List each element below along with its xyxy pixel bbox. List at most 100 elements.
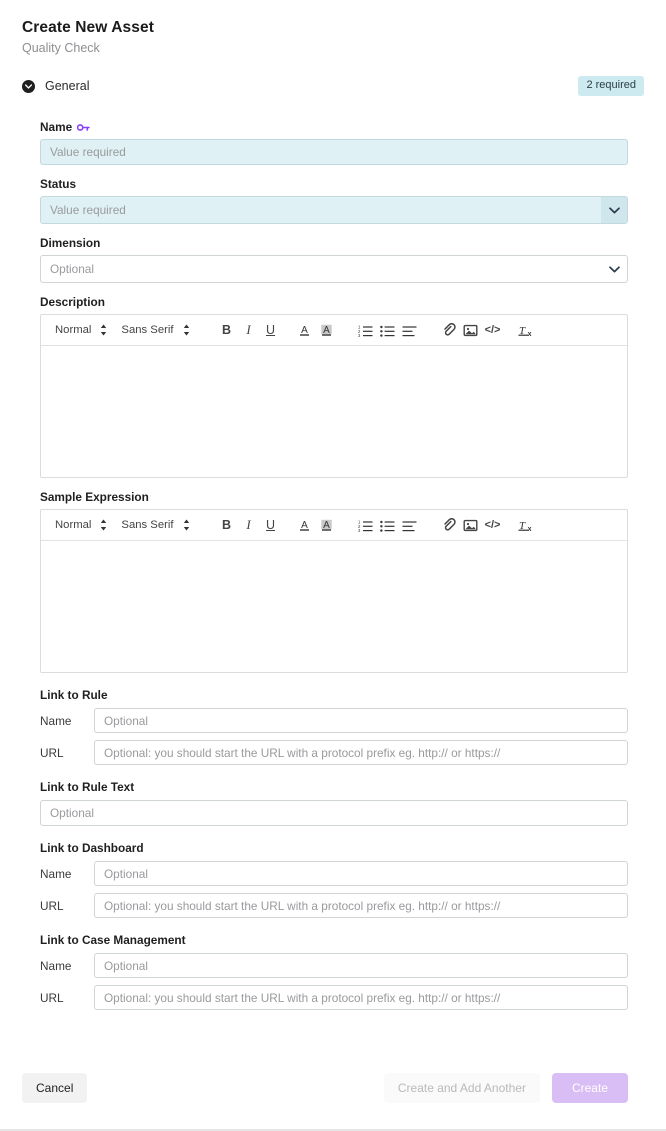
field-sample-expression: Sample Expression Normal Sans Serif B I … [40,490,628,673]
link-to-dashboard-url-label: URL [40,898,64,913]
code-block-icon[interactable]: </> [482,514,504,536]
description-editor-toolbar: Normal Sans Serif B I U A A 1 2 3 </> T … [41,315,627,346]
status-select[interactable]: Value required [40,196,628,224]
key-icon [77,123,90,132]
link-to-dashboard-url-row: URL Optional: you should start the URL w… [40,893,628,918]
font-color-icon[interactable]: A [294,514,316,536]
field-name: Name Value required [40,120,628,165]
group-link-to-dashboard-title: Link to Dashboard [40,841,144,855]
dialog-header: Create New Asset Quality Check [0,0,666,56]
link-to-case-management-url-row: URL Optional: you should start the URL w… [40,985,628,1010]
bullet-list-icon[interactable] [377,514,399,536]
clear-formatting-icon[interactable]: Tx [516,319,538,341]
bold-icon[interactable]: B [216,514,238,536]
bold-icon[interactable]: B [216,319,238,341]
group-link-to-case-management: Link to Case Management Name Optional UR… [40,933,628,1010]
link-to-rule-text-row: Optional [40,800,628,826]
highlight-color-icon[interactable]: A [316,319,338,341]
updown-arrows-icon [183,324,190,336]
align-left-icon[interactable] [399,319,421,341]
section-header-general[interactable]: General 2 required [22,76,644,96]
link-icon[interactable] [438,514,460,536]
field-description-label: Description [40,295,105,309]
group-link-to-dashboard: Link to Dashboard Name Optional URL Opti… [40,841,628,918]
updown-arrows-icon [100,324,107,336]
description-editor: Normal Sans Serif B I U A A 1 2 3 </> T … [40,314,628,478]
link-to-case-management-name-row: Name Optional [40,953,628,978]
page-title: Create New Asset [22,19,154,36]
asset-form: Name Value required Status Value require… [0,108,666,1017]
cancel-button[interactable]: Cancel [22,1073,88,1103]
dimension-select[interactable]: Optional [40,255,628,283]
link-to-dashboard-name-label: Name [40,866,72,881]
font-picker[interactable]: Sans Serif [121,324,189,336]
link-to-case-management-url-label: URL [40,990,64,1005]
field-status-label: Status [40,177,77,191]
group-link-to-rule-title: Link to Rule [40,688,108,702]
heading-picker[interactable]: Normal [55,324,107,336]
link-to-dashboard-url-input[interactable]: Optional: you should start the URL with … [94,893,628,918]
link-to-case-management-name-input[interactable]: Optional [94,953,628,978]
section-title: General [45,79,90,93]
sample-expression-editor-body[interactable] [41,541,627,672]
dimension-select-value: Optional [50,262,94,276]
link-to-rule-name-input[interactable]: Optional [94,708,628,733]
font-picker-value: Sans Serif [121,519,174,531]
link-to-case-management-url-input[interactable]: Optional: you should start the URL with … [94,985,628,1010]
create-asset-dialog: Create New Asset Quality Check General 2… [0,0,666,1131]
link-to-rule-url-row: URL Optional: you should start the URL w… [40,740,628,765]
link-to-dashboard-name-input[interactable]: Optional [94,861,628,886]
link-to-rule-url-input[interactable]: Optional: you should start the URL with … [94,740,628,765]
page-subtitle: Quality Check [22,41,100,55]
description-editor-body[interactable] [41,346,627,477]
ordered-list-icon[interactable]: 123 [355,514,377,536]
link-to-dashboard-name-row: Name Optional [40,861,628,886]
chevron-down-circle-icon[interactable] [22,79,35,93]
link-icon[interactable] [438,319,460,341]
updown-arrows-icon [100,519,107,531]
group-link-to-rule-text: Link to Rule Text Optional [40,780,628,826]
field-dimension: Dimension Optional [40,236,628,283]
create-button[interactable]: Create [551,1073,628,1103]
name-input[interactable]: Value required [40,139,628,165]
link-to-rule-text-input[interactable]: Optional [40,800,628,826]
chevron-down-icon[interactable] [601,256,627,282]
link-to-rule-url-label: URL [40,745,64,760]
link-to-case-management-name-label: Name [40,958,72,973]
label-text: Name [40,120,73,134]
highlight-color-icon[interactable]: A [316,514,338,536]
font-picker-value: Sans Serif [121,324,174,336]
field-dimension-label: Dimension [40,236,101,250]
field-status: Status Value required [40,177,628,224]
font-picker[interactable]: Sans Serif [121,519,189,531]
bullet-list-icon[interactable] [377,319,399,341]
link-to-rule-name-row: Name Optional [40,708,628,733]
group-link-to-rule-text-title: Link to Rule Text [40,780,135,794]
underline-icon[interactable]: U [260,514,282,536]
chevron-down-icon[interactable] [601,197,627,223]
field-description: Description Normal Sans Serif B I U A A … [40,295,628,478]
heading-picker-value: Normal [55,519,92,531]
field-name-label: Name [40,120,628,134]
clear-formatting-icon[interactable]: Tx [516,514,538,536]
required-count-badge: 2 required [578,76,644,96]
sample-expression-editor: Normal Sans Serif B I U A A 1 2 3 </> T … [40,509,628,673]
link-to-rule-name-label: Name [40,713,72,728]
font-color-icon[interactable]: A [294,319,316,341]
heading-picker[interactable]: Normal [55,519,107,531]
create-and-add-another-button[interactable]: Create and Add Another [383,1073,540,1103]
align-left-icon[interactable] [399,514,421,536]
updown-arrows-icon [183,519,190,531]
svg-text:x: x [528,331,532,338]
code-block-icon[interactable]: </> [482,319,504,341]
image-icon[interactable] [460,514,482,536]
image-icon[interactable] [460,319,482,341]
svg-text:3: 3 [358,333,361,337]
italic-icon[interactable]: I [238,319,260,341]
italic-icon[interactable]: I [238,514,260,536]
underline-icon[interactable]: U [260,319,282,341]
ordered-list-icon[interactable]: 123 [355,319,377,341]
group-link-to-case-management-title: Link to Case Management [40,933,186,947]
dialog-footer: Cancel Create and Add Another Create [0,1073,666,1129]
heading-picker-value: Normal [55,324,92,336]
